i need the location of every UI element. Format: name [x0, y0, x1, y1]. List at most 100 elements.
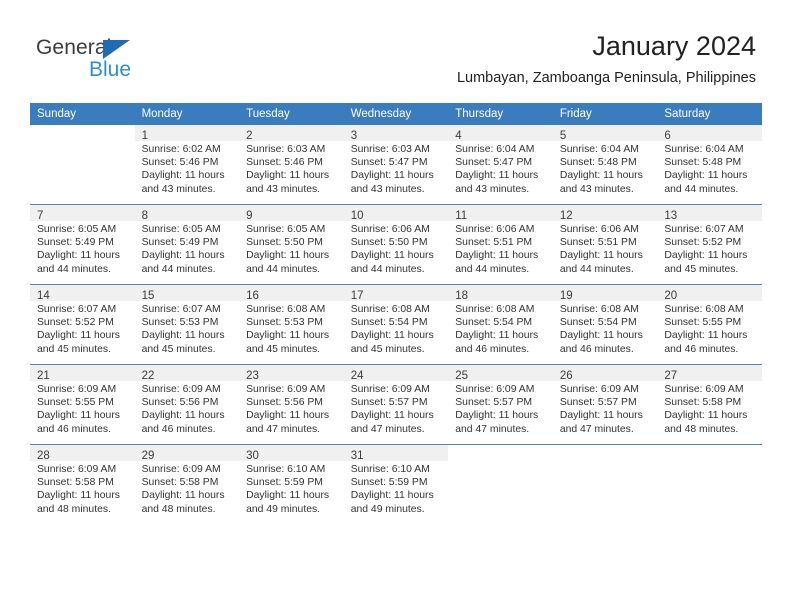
calendar-day-cell[interactable]: 10 Sunrise: 6:06 AM Sunset: 5:50 PM Dayligh… — [343, 204, 449, 285]
logo-text-blue: Blue — [89, 58, 132, 81]
calendar-day-cell[interactable]: 3 Sunrise: 6:03 AM Sunset: 5:47 PM Daylight… — [343, 125, 449, 205]
calendar-day-cell[interactable]: 23 Sunrise: 6:09 AM Sunset: 5:56 PM Dayligh… — [239, 364, 344, 445]
day-number: 25 — [455, 370, 469, 382]
sunrise-time: Sunrise: 6:09 AM — [37, 384, 117, 395]
daylight-duration-line2: and 48 minutes. — [664, 423, 739, 435]
daylight-duration-line2: and 44 minutes. — [350, 263, 425, 275]
day-cell-inner: 8 Sunrise: 6:05 AM Sunset: 5:49 PM Daylight… — [134, 205, 240, 284]
day-detail-lines: Sunrise: 6:08 AM Sunset: 5:54 PM Daylight:… — [448, 301, 553, 356]
weekday-header-tuesday: Tuesday — [239, 103, 344, 125]
day-detail-lines: Sunrise: 6:05 AM Sunset: 5:50 PM Daylight:… — [239, 221, 344, 276]
day-number: 31 — [350, 450, 364, 462]
calendar-day-cell[interactable]: 22 Sunrise: 6:09 AM Sunset: 5:56 PM Dayligh… — [134, 364, 240, 445]
day-cell-inner: 25 Sunrise: 6:09 AM Sunset: 5:57 PM Dayligh… — [448, 365, 553, 444]
day-detail-lines: Sunrise: 6:04 AM Sunset: 5:48 PM Daylight:… — [657, 141, 762, 196]
calendar-day-cell[interactable]: 24 Sunrise: 6:09 AM Sunset: 5:57 PM Dayligh… — [343, 364, 449, 445]
daylight-duration-line2: and 46 minutes. — [455, 343, 530, 355]
calendar-week-row: 7 Sunrise: 6:05 AM Sunset: 5:49 PM Daylight… — [30, 204, 762, 285]
day-number-band: 23 — [239, 365, 344, 382]
page-title: January 2024 — [592, 31, 756, 61]
sunrise-time: Sunrise: 6:06 AM — [350, 224, 430, 235]
day-number-band: 7 — [30, 205, 135, 222]
calendar-cell-empty — [657, 444, 762, 524]
daylight-duration-line1: Daylight: 11 hours — [455, 250, 539, 262]
calendar-day-cell[interactable]: 15 Sunrise: 6:07 AM Sunset: 5:53 PM Dayligh… — [134, 284, 240, 365]
calendar-day-cell[interactable]: 19 Sunrise: 6:08 AM Sunset: 5:54 PM Dayligh… — [552, 284, 658, 365]
sunset-time: Sunset: 5:54 PM — [559, 317, 637, 329]
day-number: 27 — [664, 370, 678, 382]
calendar-day-cell[interactable]: 17 Sunrise: 6:08 AM Sunset: 5:54 PM Dayligh… — [343, 284, 449, 365]
day-cell-inner: 16 Sunrise: 6:08 AM Sunset: 5:53 PM Dayligh… — [239, 285, 344, 364]
sunset-time: Sunset: 5:57 PM — [455, 397, 533, 409]
sunset-time: Sunset: 5:58 PM — [664, 397, 742, 409]
day-number-band: 19 — [552, 285, 658, 302]
daylight-duration-line2: and 44 minutes. — [141, 263, 216, 275]
calendar-day-cell[interactable]: 29 Sunrise: 6:09 AM Sunset: 5:58 PM Dayligh… — [134, 444, 240, 524]
calendar-day-cell[interactable]: 5 Sunrise: 6:04 AM Sunset: 5:48 PM Daylight… — [552, 125, 658, 205]
daylight-duration-line1: Daylight: 11 hours — [559, 330, 643, 342]
calendar-day-cell[interactable]: 30 Sunrise: 6:10 AM Sunset: 5:59 PM Dayligh… — [239, 444, 344, 524]
day-cell-inner: 28 Sunrise: 6:09 AM Sunset: 5:58 PM Dayligh… — [30, 445, 135, 524]
sunset-time: Sunset: 5:55 PM — [664, 317, 742, 329]
calendar-day-cell[interactable]: 4 Sunrise: 6:04 AM Sunset: 5:47 PM Daylight… — [448, 125, 553, 205]
day-number-band: 11 — [448, 205, 553, 222]
calendar-day-cell[interactable]: 31 Sunrise: 6:10 AM Sunset: 5:59 PM Dayligh… — [343, 444, 449, 524]
day-detail-lines: Sunrise: 6:06 AM Sunset: 5:50 PM Daylight:… — [344, 221, 449, 276]
sunset-time: Sunset: 5:46 PM — [246, 157, 323, 169]
day-number: 29 — [141, 450, 155, 462]
calendar-day-cell[interactable]: 16 Sunrise: 6:08 AM Sunset: 5:53 PM Dayligh… — [239, 284, 344, 365]
day-number-band: 18 — [448, 285, 553, 302]
calendar-day-cell[interactable]: 7 Sunrise: 6:05 AM Sunset: 5:49 PM Daylight… — [30, 204, 135, 285]
day-number: 20 — [664, 290, 678, 302]
day-cell-inner: 19 Sunrise: 6:08 AM Sunset: 5:54 PM Dayligh… — [552, 285, 658, 364]
calendar-day-cell[interactable]: 1 Sunrise: 6:02 AM Sunset: 5:46 PM Daylight… — [134, 125, 240, 205]
daylight-duration-line2: and 47 minutes. — [246, 423, 321, 435]
day-detail-lines — [448, 461, 553, 463]
calendar-day-cell[interactable]: 27 Sunrise: 6:09 AM Sunset: 5:58 PM Dayligh… — [657, 364, 762, 445]
day-number: 15 — [141, 290, 155, 302]
day-cell-inner: 13 Sunrise: 6:07 AM Sunset: 5:52 PM Dayligh… — [657, 205, 762, 284]
calendar-day-cell[interactable]: 8 Sunrise: 6:05 AM Sunset: 5:49 PM Daylight… — [134, 204, 240, 285]
day-cell-inner: 6 Sunrise: 6:04 AM Sunset: 5:48 PM Daylight… — [657, 125, 762, 204]
sunset-time: Sunset: 5:59 PM — [350, 477, 428, 489]
day-number-band — [657, 445, 762, 461]
calendar-day-cell[interactable]: 12 Sunrise: 6:06 AM Sunset: 5:51 PM Dayligh… — [552, 204, 658, 285]
daylight-duration-line2: and 48 minutes. — [37, 503, 111, 515]
sunset-time: Sunset: 5:54 PM — [350, 317, 428, 329]
calendar-week-row: 21 Sunrise: 6:09 AM Sunset: 5:55 PM Dayligh… — [30, 364, 762, 445]
day-detail-lines: Sunrise: 6:04 AM Sunset: 5:47 PM Daylight:… — [448, 141, 553, 196]
sunrise-time: Sunrise: 6:02 AM — [141, 144, 221, 155]
calendar-day-cell[interactable]: 9 Sunrise: 6:05 AM Sunset: 5:50 PM Daylight… — [239, 204, 344, 285]
daylight-duration-line2: and 49 minutes. — [350, 503, 425, 515]
day-number-band: 21 — [30, 365, 135, 382]
day-number-band: 9 — [239, 205, 344, 222]
day-number-band: 26 — [552, 365, 658, 382]
sunrise-time: Sunrise: 6:09 AM — [246, 384, 326, 395]
calendar-day-cell[interactable]: 6 Sunrise: 6:04 AM Sunset: 5:48 PM Daylight… — [657, 125, 762, 205]
calendar-day-cell[interactable]: 11 Sunrise: 6:06 AM Sunset: 5:51 PM Dayligh… — [448, 204, 553, 285]
daylight-duration-line1: Daylight: 11 hours — [141, 330, 225, 342]
day-cell-inner: 26 Sunrise: 6:09 AM Sunset: 5:57 PM Dayligh… — [552, 365, 658, 444]
calendar-day-cell[interactable]: 26 Sunrise: 6:09 AM Sunset: 5:57 PM Dayligh… — [552, 364, 658, 445]
weekday-header-row: Sunday Monday Tuesday Wednesday Thursday… — [30, 103, 762, 125]
day-number: 2 — [246, 130, 253, 142]
general-blue-logo[interactable]: General Blue — [36, 36, 156, 84]
calendar-day-cell[interactable]: 25 Sunrise: 6:09 AM Sunset: 5:57 PM Dayligh… — [448, 364, 553, 445]
calendar-day-cell[interactable]: 13 Sunrise: 6:07 AM Sunset: 5:52 PM Dayligh… — [657, 204, 762, 285]
calendar-day-cell[interactable]: 21 Sunrise: 6:09 AM Sunset: 5:55 PM Dayligh… — [30, 364, 135, 445]
logo-text-general: General — [36, 36, 112, 59]
calendar-day-cell[interactable]: 2 Sunrise: 6:03 AM Sunset: 5:46 PM Daylight… — [239, 125, 344, 205]
day-cell-inner: 3 Sunrise: 6:03 AM Sunset: 5:47 PM Daylight… — [343, 125, 449, 204]
day-number: 28 — [37, 450, 50, 462]
day-number-band: 17 — [343, 285, 449, 302]
sunrise-time: Sunrise: 6:05 AM — [246, 224, 326, 235]
calendar-day-cell[interactable]: 28 Sunrise: 6:09 AM Sunset: 5:58 PM Dayligh… — [30, 444, 135, 524]
calendar-day-cell[interactable]: 14 Sunrise: 6:07 AM Sunset: 5:52 PM Dayligh… — [30, 284, 135, 365]
calendar-day-cell[interactable]: 18 Sunrise: 6:08 AM Sunset: 5:54 PM Dayligh… — [448, 284, 553, 365]
day-cell-inner: 23 Sunrise: 6:09 AM Sunset: 5:56 PM Dayligh… — [239, 365, 344, 444]
daylight-duration-line1: Daylight: 11 hours — [350, 170, 434, 182]
day-number: 24 — [350, 370, 364, 382]
sunset-time: Sunset: 5:57 PM — [350, 397, 428, 409]
sunset-time: Sunset: 5:53 PM — [141, 317, 219, 329]
calendar-day-cell[interactable]: 20 Sunrise: 6:08 AM Sunset: 5:55 PM Dayligh… — [657, 284, 762, 365]
